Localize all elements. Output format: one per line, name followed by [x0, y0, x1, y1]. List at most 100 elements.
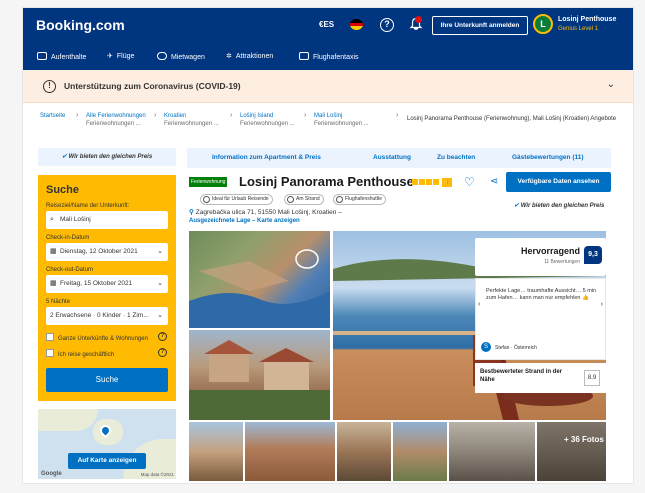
breadcrumb-sub: Ferienwohnungen ... — [86, 121, 141, 127]
breadcrumb-separator: › — [304, 112, 307, 119]
notification-dot — [415, 16, 422, 23]
pill-label: Flughafenshuttle — [345, 196, 382, 202]
nav-label: Attraktionen — [235, 53, 274, 60]
photo-thumbnail[interactable] — [393, 422, 447, 481]
photo-thumbnail[interactable] — [449, 422, 535, 481]
breadcrumb-label[interactable]: Lošinj Island — [240, 113, 273, 119]
best-price-badge[interactable]: ✔ Wir bieten den gleichen Preis — [38, 148, 176, 166]
property-type-badge: Ferienwohnung — [189, 177, 228, 187]
tab-info-prices[interactable]: Information zum Apartment & Preis — [212, 154, 321, 161]
user-avatar[interactable]: L — [533, 14, 553, 34]
property-title: Losinj Panorama Penthouse — [239, 174, 414, 189]
tab-reviews[interactable]: Gästebewertungen (11) — [512, 154, 584, 161]
ideal-icon — [203, 196, 210, 203]
breadcrumb-label[interactable]: Kroatien — [164, 113, 186, 119]
more-photos-label[interactable]: + 36 Fotos — [564, 435, 604, 444]
thumb-icon: ✔ — [61, 154, 69, 160]
breadcrumb-item[interactable]: Alle Ferienwohnungen Ferienwohnungen ... — [86, 112, 146, 128]
address-text: Zagrebačka ulica 71, 51550 Mali Lošinj, … — [195, 209, 342, 216]
photo-aerial-town[interactable] — [189, 231, 330, 328]
booking-logo[interactable]: Booking.com — [36, 17, 125, 33]
nav-item-stays[interactable]: Aufenthalte — [37, 52, 86, 61]
star-icon — [412, 179, 418, 185]
highlight-pill[interactable]: Ideal für Urlaub Reisende — [200, 194, 273, 205]
breadcrumb-label[interactable]: Mali Lošinj — [314, 113, 342, 119]
beach-icon — [287, 196, 294, 203]
nav-label: Mietwagen — [171, 54, 205, 61]
destination-label: Reiseziel/Name der Unterkunft: — [46, 203, 130, 209]
top-header: Booking.com €ES ? Ihre Unterkunft anmeld… — [23, 8, 633, 45]
location-map-link[interactable]: Ausgezeichnete Lage – Karte anzeigen — [189, 218, 300, 224]
photo-thumbnail[interactable] — [245, 422, 335, 481]
chevron-left-icon[interactable]: ‹ — [478, 301, 480, 308]
tab-facilities[interactable]: Ausstattung — [373, 154, 411, 161]
breadcrumb-item[interactable]: Mali Lošinj Ferienwohnungen ... — [314, 112, 369, 128]
checkbox-box[interactable] — [46, 349, 54, 357]
info-icon[interactable]: ? — [158, 332, 167, 341]
covid-banner[interactable]: ! Unterstützung zum Coronavirus (COVID-1… — [23, 70, 633, 103]
nav-label: Aufenthalte — [51, 54, 87, 61]
breadcrumb-label[interactable]: Startseite — [40, 113, 65, 119]
google-logo: Google — [41, 471, 62, 477]
entire-homes-checkbox[interactable]: Ganze Unterkünfte & Wohnungen? — [46, 332, 167, 342]
photo-aerial-town-art — [189, 249, 330, 328]
tab-house-rules[interactable]: Zu beachten — [437, 154, 475, 161]
photo-thumbnail[interactable] — [189, 422, 243, 481]
search-title: Suche — [46, 184, 80, 196]
checkin-date-field[interactable]: ▦ Dienstag, 12 Oktober 2021 ⌄ — [46, 243, 168, 261]
search-button[interactable]: Suche — [46, 368, 168, 392]
breadcrumb-label[interactable]: Alle Ferienwohnungen — [86, 113, 146, 119]
review-count: 11 Bewertungen — [543, 259, 580, 265]
info-icon[interactable]: ? — [158, 348, 167, 357]
nav-item-car-rental[interactable]: Mietwagen — [157, 52, 205, 61]
destination-input[interactable]: ⌕ Mali Lošinj — [46, 211, 168, 229]
highlight-pill[interactable]: Am Strand — [284, 194, 324, 205]
see-availability-button[interactable]: Verfügbare Daten ansehen — [506, 172, 611, 192]
photo-thumbnail[interactable] — [337, 422, 391, 481]
checkout-label: Check-out-Datum — [46, 267, 94, 273]
nav-item-flights[interactable]: ✈ Flüge — [107, 52, 134, 60]
show-on-map-button[interactable]: Auf Karte anzeigen — [68, 453, 146, 469]
checkbox-box[interactable] — [46, 333, 54, 341]
checkout-date-field[interactable]: ▦ Freitag, 15 Oktober 2021 ⌄ — [46, 275, 168, 293]
best-price-text: Wir bieten den gleichen Preis — [68, 154, 153, 160]
chevron-down-icon: ⌄ — [157, 248, 163, 255]
currency-selector[interactable]: €ES — [319, 20, 334, 29]
attractions-icon: ✲ — [226, 53, 232, 60]
language-flag-icon[interactable] — [350, 19, 363, 30]
heart-icon[interactable]: ♡ — [464, 175, 475, 189]
list-property-button[interactable]: Ihre Unterkunft anmelden — [432, 16, 528, 35]
highlight-pill[interactable]: Flughafenshuttle — [333, 194, 386, 205]
help-icon[interactable]: ? — [380, 18, 394, 32]
nav-item-airport-taxis[interactable]: Flughafentaxis — [299, 52, 359, 61]
beach-score: 8,9 — [584, 370, 600, 386]
chevron-down-icon[interactable]: ⌄ — [607, 79, 615, 90]
location-map[interactable]: Auf Karte anzeigen Google Map data ©2021 — [38, 409, 176, 479]
thumbs-up-icon: 👍 — [442, 178, 452, 187]
breadcrumb-item[interactable]: Lošinj Island Ferienwohnungen ... — [240, 112, 295, 128]
nav-item-attractions[interactable]: ✲ Attraktionen — [226, 52, 273, 60]
reviewer-avatar: S — [481, 342, 491, 352]
share-icon[interactable]: ⋖ — [490, 176, 498, 187]
checkout-value: Freitag, 15 Oktober 2021 — [60, 280, 133, 287]
property-tabs: Information zum Apartment & Preis Aussta… — [187, 148, 611, 168]
business-travel-checkbox[interactable]: Ich reise geschäftlich? — [46, 348, 167, 358]
breadcrumb-separator: › — [396, 112, 399, 119]
user-genius-level: Genius Level 1 — [558, 26, 599, 32]
review-score-card[interactable]: Hervorragend 11 Bewertungen 9,3 — [475, 238, 606, 276]
breadcrumb-item[interactable]: Startseite — [40, 112, 65, 120]
breadcrumb-item[interactable]: Kroatien Ferienwohnungen ... — [164, 112, 219, 128]
booking-page: Booking.com €ES ? Ihre Unterkunft anmeld… — [22, 7, 634, 484]
chevron-down-icon: ⌄ — [157, 312, 163, 319]
breadcrumb-sub: Ferienwohnungen ... — [314, 121, 369, 127]
photo-town-roofs[interactable] — [189, 330, 330, 420]
breadcrumb: Startseite › Alle Ferienwohnungen Ferienw… — [40, 112, 630, 140]
property-address: ⚲ Zagrebačka ulica 71, 51550 Mali Lošinj,… — [189, 208, 342, 216]
nearby-beach-card[interactable]: Bestbewerteter Strand in der Nähe 8,9 — [475, 363, 606, 393]
guests-selector[interactable]: 2 Erwachsene · 0 Kinder · 1 Zim... ⌄ — [46, 307, 168, 325]
more-photos-tile[interactable] — [537, 422, 606, 481]
user-name: Losinj Penthouse — [558, 16, 617, 23]
checkin-label: Check-in-Datum — [46, 235, 90, 241]
chevron-right-icon[interactable]: › — [601, 301, 603, 308]
best-price-note[interactable]: ✔ Wir bieten den gleichen Preis — [514, 202, 604, 209]
